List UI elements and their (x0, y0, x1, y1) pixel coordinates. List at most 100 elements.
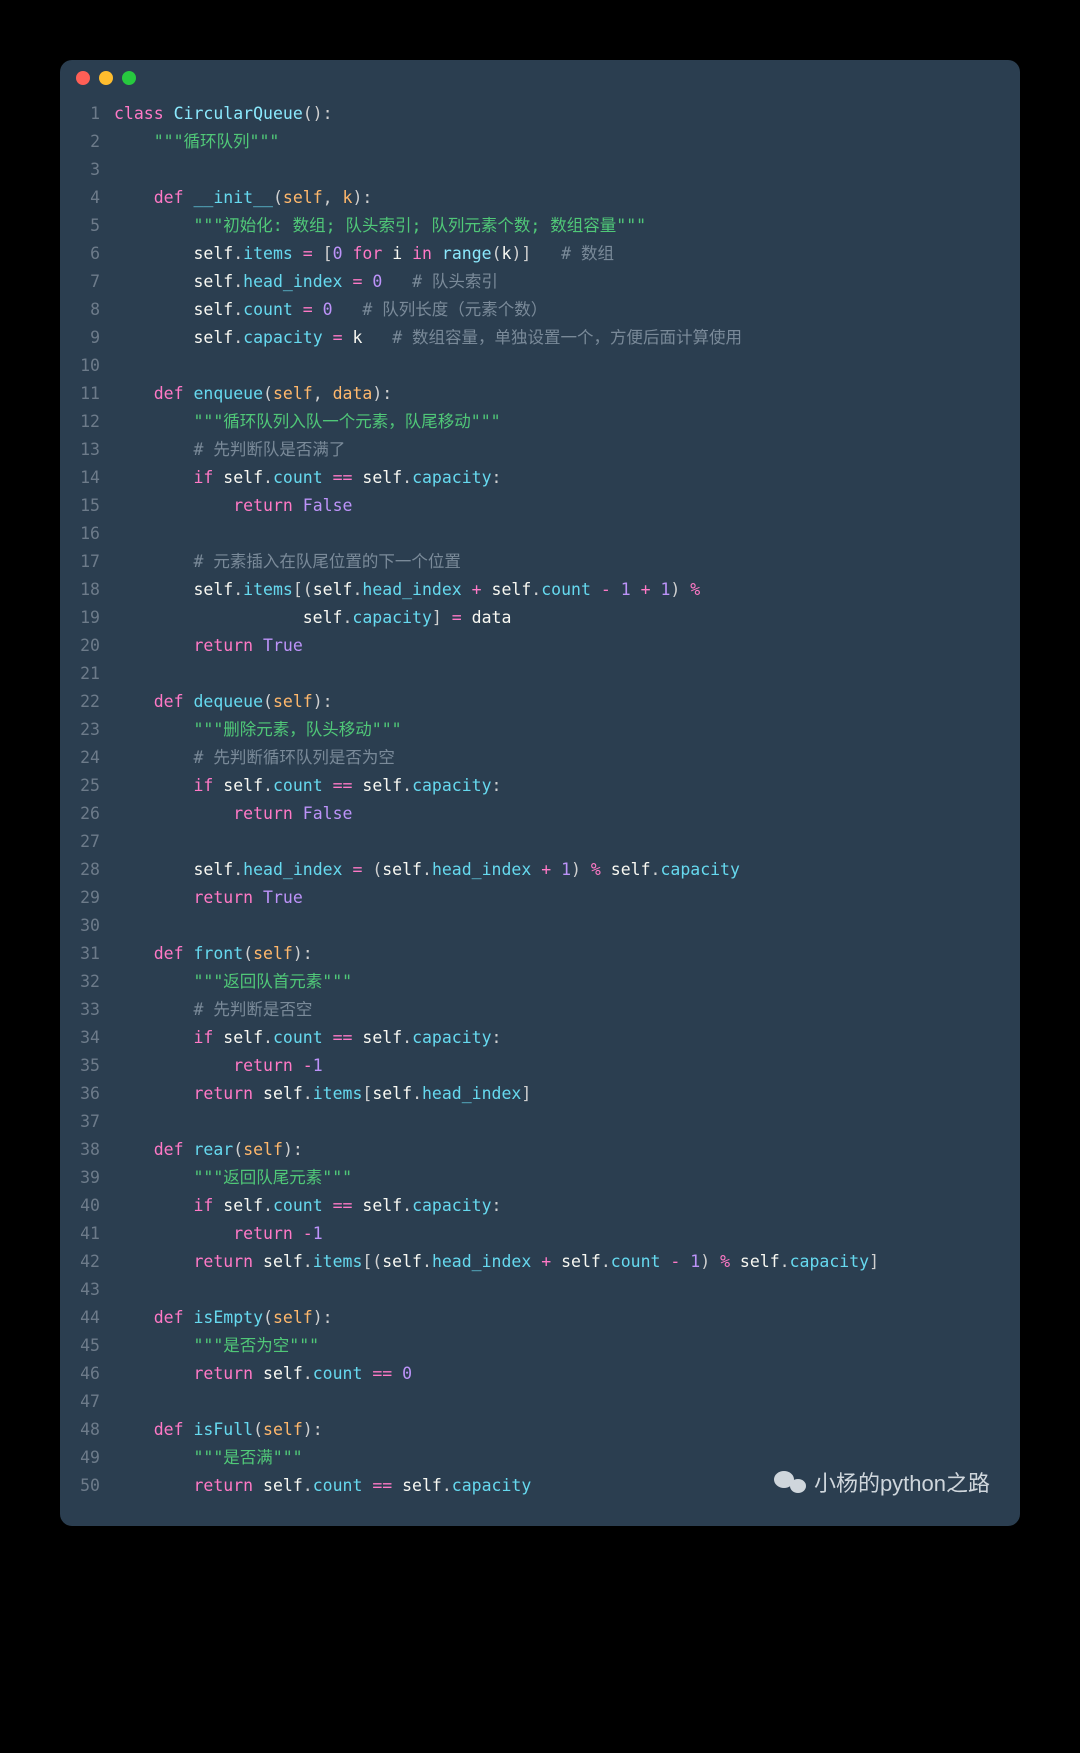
code-line: 6 self.items = [0 for i in range(k)] # 数… (60, 240, 1020, 268)
line-content: self.capacity = k # 数组容量，单独设置一个，方便后面计算使用 (114, 324, 742, 352)
line-number: 14 (60, 464, 114, 492)
line-number: 50 (60, 1472, 114, 1500)
line-content: if self.count == self.capacity: (114, 1024, 501, 1052)
line-content: self.capacity] = data (114, 604, 511, 632)
line-number: 35 (60, 1052, 114, 1080)
line-content: """返回队尾元素""" (114, 1164, 352, 1192)
code-line: 47 (60, 1388, 1020, 1416)
code-line: 45 """是否为空""" (60, 1332, 1020, 1360)
line-number: 29 (60, 884, 114, 912)
line-content: return False (114, 800, 352, 828)
close-icon[interactable] (76, 71, 90, 85)
line-number: 12 (60, 408, 114, 436)
code-window: 1class CircularQueue():2 """循环队列""" 34 de… (60, 60, 1020, 1526)
line-content: def isEmpty(self): (114, 1304, 333, 1332)
code-line: 27 (60, 828, 1020, 856)
line-number: 18 (60, 576, 114, 604)
code-line: 4 def __init__(self, k): (60, 184, 1020, 212)
code-line: 21 (60, 660, 1020, 688)
code-line: 22 def dequeue(self): (60, 688, 1020, 716)
minimize-icon[interactable] (99, 71, 113, 85)
code-line: 19 self.capacity] = data (60, 604, 1020, 632)
line-number: 28 (60, 856, 114, 884)
line-content: return self.items[(self.head_index + sel… (114, 1248, 879, 1276)
code-line: 33 # 先判断是否空 (60, 996, 1020, 1024)
code-line: 15 return False (60, 492, 1020, 520)
code-line: 38 def rear(self): (60, 1136, 1020, 1164)
line-number: 42 (60, 1248, 114, 1276)
code-line: 44 def isEmpty(self): (60, 1304, 1020, 1332)
line-number: 27 (60, 828, 114, 856)
line-content: def __init__(self, k): (114, 184, 372, 212)
line-number: 31 (60, 940, 114, 968)
code-line: 32 """返回队首元素""" (60, 968, 1020, 996)
code-line: 16 (60, 520, 1020, 548)
line-content: class CircularQueue(): (114, 100, 333, 128)
line-content: return self.items[self.head_index] (114, 1080, 531, 1108)
code-line: 24 # 先判断循环队列是否为空 (60, 744, 1020, 772)
line-number: 26 (60, 800, 114, 828)
line-number: 41 (60, 1220, 114, 1248)
code-line: 46 return self.count == 0 (60, 1360, 1020, 1388)
line-content: def rear(self): (114, 1136, 303, 1164)
line-number: 15 (60, 492, 114, 520)
line-content: # 先判断队是否满了 (114, 436, 345, 464)
line-number: 6 (60, 240, 114, 268)
line-content: return -1 (114, 1220, 323, 1248)
code-line: 37 (60, 1108, 1020, 1136)
line-number: 46 (60, 1360, 114, 1388)
line-content: # 先判断循环队列是否为空 (114, 744, 395, 772)
window-titlebar (60, 60, 1020, 96)
code-line: 26 return False (60, 800, 1020, 828)
line-number: 44 (60, 1304, 114, 1332)
line-number: 49 (60, 1444, 114, 1472)
line-content: return False (114, 492, 352, 520)
line-number: 45 (60, 1332, 114, 1360)
line-number: 32 (60, 968, 114, 996)
line-content: def front(self): (114, 940, 313, 968)
line-content: self.head_index = 0 # 队头索引 (114, 268, 498, 296)
line-content: self.count = 0 # 队列长度（元素个数） (114, 296, 547, 324)
line-number: 43 (60, 1276, 114, 1304)
line-content: return True (114, 632, 303, 660)
code-line: 9 self.capacity = k # 数组容量，单独设置一个，方便后面计算… (60, 324, 1020, 352)
code-line: 36 return self.items[self.head_index] (60, 1080, 1020, 1108)
line-number: 23 (60, 716, 114, 744)
wechat-icon (774, 1469, 806, 1495)
code-line: 10 (60, 352, 1020, 380)
line-content: return self.count == self.capacity (114, 1472, 531, 1500)
code-line: 48 def isFull(self): (60, 1416, 1020, 1444)
line-number: 33 (60, 996, 114, 1024)
line-number: 30 (60, 912, 114, 940)
line-number: 38 (60, 1136, 114, 1164)
line-content: """循环队列入队一个元素，队尾移动""" (114, 408, 501, 436)
code-line: 7 self.head_index = 0 # 队头索引 (60, 268, 1020, 296)
line-number: 24 (60, 744, 114, 772)
line-number: 22 (60, 688, 114, 716)
line-number: 1 (60, 100, 114, 128)
maximize-icon[interactable] (122, 71, 136, 85)
line-number: 36 (60, 1080, 114, 1108)
code-line: 12 """循环队列入队一个元素，队尾移动""" (60, 408, 1020, 436)
line-content: self.items = [0 for i in range(k)] # 数组 (114, 240, 614, 268)
line-number: 34 (60, 1024, 114, 1052)
code-line: 34 if self.count == self.capacity: (60, 1024, 1020, 1052)
line-number: 9 (60, 324, 114, 352)
line-content: return self.count == 0 (114, 1360, 412, 1388)
line-number: 47 (60, 1388, 114, 1416)
code-line: 2 """循环队列""" (60, 128, 1020, 156)
code-line: 30 (60, 912, 1020, 940)
line-number: 8 (60, 296, 114, 324)
line-number: 2 (60, 128, 114, 156)
line-content: # 元素插入在队尾位置的下一个位置 (114, 548, 461, 576)
code-line: 35 return -1 (60, 1052, 1020, 1080)
line-number: 5 (60, 212, 114, 240)
line-number: 7 (60, 268, 114, 296)
line-number: 39 (60, 1164, 114, 1192)
code-line: 18 self.items[(self.head_index + self.co… (60, 576, 1020, 604)
line-content: return True (114, 884, 303, 912)
line-content: if self.count == self.capacity: (114, 772, 501, 800)
code-line: 23 """删除元素，队头移动""" (60, 716, 1020, 744)
line-number: 37 (60, 1108, 114, 1136)
line-content: if self.count == self.capacity: (114, 464, 501, 492)
